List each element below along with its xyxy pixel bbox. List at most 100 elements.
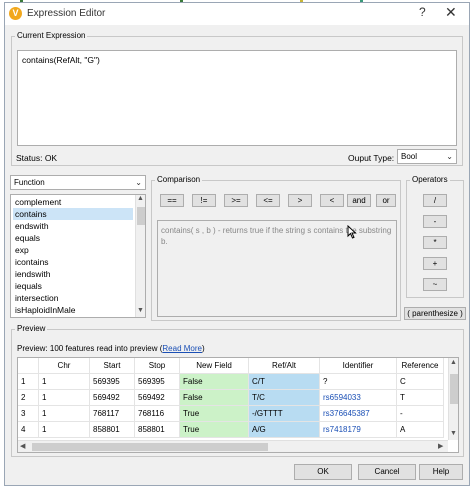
greater-button[interactable]: > xyxy=(288,194,312,207)
expression-editor-window: V Expression Editor ? ✕ Current Expressi… xyxy=(4,2,470,486)
cell-identifier-link[interactable]: rs376645387 xyxy=(319,405,397,422)
column-header-new-field[interactable]: New Field xyxy=(179,358,249,374)
equals-button[interactable]: == xyxy=(160,194,184,207)
cell-chr: 1 xyxy=(38,389,90,406)
preview-table[interactable]: Chr Start Stop New Field Ref/Alt Identif… xyxy=(17,357,459,453)
divide-button[interactable]: / xyxy=(423,194,447,207)
operators-label: Operators xyxy=(410,175,450,184)
cell-new-field: True xyxy=(179,405,249,422)
column-header-chr[interactable]: Chr xyxy=(38,358,90,374)
scroll-right-icon[interactable]: ▶ xyxy=(438,442,443,450)
function-item[interactable]: icontains xyxy=(13,256,133,268)
title-bar: V Expression Editor ? ✕ xyxy=(5,3,469,25)
cell-ref-alt: -/GTTTT xyxy=(248,405,320,422)
close-icon[interactable]: ✕ xyxy=(445,4,457,21)
cell-new-field: False xyxy=(179,373,249,390)
cell-reference: - xyxy=(396,405,444,422)
scroll-down-icon[interactable]: ▼ xyxy=(137,307,144,314)
cell-new-field: False xyxy=(179,389,249,406)
current-expression-label: Current Expression xyxy=(15,31,88,40)
help-button[interactable]: Help xyxy=(419,464,463,480)
parenthesize-button[interactable]: ( parenthesize ) xyxy=(404,307,466,320)
read-more-link[interactable]: Read More xyxy=(162,344,202,353)
table-row[interactable]: 2 1 569492 569492 False T/C rs6594033 T xyxy=(18,389,444,406)
or-button[interactable]: or xyxy=(376,194,396,207)
table-row[interactable]: 1 1 569395 569395 False C/T ? C xyxy=(18,373,444,390)
function-item[interactable]: equals xyxy=(13,232,133,244)
mouse-cursor-icon xyxy=(347,225,357,239)
help-question-icon[interactable]: ? xyxy=(419,5,426,19)
row-index: 3 xyxy=(18,405,39,422)
column-header-start[interactable]: Start xyxy=(89,358,135,374)
function-category-select[interactable]: Function ⌄ xyxy=(10,175,146,190)
cell-start: 569492 xyxy=(89,389,135,406)
multiply-button[interactable]: * xyxy=(423,236,447,249)
cell-new-field: True xyxy=(179,421,249,438)
cell-stop: 569395 xyxy=(134,373,180,390)
cell-identifier: ? xyxy=(319,373,397,390)
scroll-up-icon[interactable]: ▲ xyxy=(450,359,457,366)
cell-reference: A xyxy=(396,421,444,438)
function-item[interactable]: intersection xyxy=(13,292,133,304)
tilde-button[interactable]: ~ xyxy=(423,278,447,291)
scroll-left-icon[interactable]: ◀ xyxy=(20,442,25,450)
cell-ref-alt: T/C xyxy=(248,389,320,406)
function-item[interactable]: iendswith xyxy=(13,268,133,280)
cell-stop: 569492 xyxy=(134,389,180,406)
cell-stop: 858801 xyxy=(134,421,180,438)
plus-button[interactable]: + xyxy=(423,257,447,270)
function-list[interactable]: complement contains endswith equals exp … xyxy=(10,194,146,318)
preview-horizontal-scrollbar[interactable]: ◀ ▶ xyxy=(18,440,448,452)
scroll-up-icon[interactable]: ▲ xyxy=(137,195,144,202)
column-header-stop[interactable]: Stop xyxy=(134,358,180,374)
function-help-box: contains( s , b ) - returns true if the … xyxy=(157,220,397,317)
minus-button[interactable]: - xyxy=(423,215,447,228)
app-logo-icon: V xyxy=(9,7,22,20)
ok-button[interactable]: OK xyxy=(294,464,352,480)
cell-reference: T xyxy=(396,389,444,406)
preview-summary-text: Preview: 100 features read into preview … xyxy=(17,344,163,353)
cell-start: 858801 xyxy=(89,421,135,438)
preview-grid: Chr Start Stop New Field Ref/Alt Identif… xyxy=(18,358,444,438)
row-index: 2 xyxy=(18,389,39,406)
and-button[interactable]: and xyxy=(347,194,371,207)
horizontal-scroll-thumb[interactable] xyxy=(32,443,268,451)
preview-vertical-scrollbar[interactable]: ▲ ▼ xyxy=(448,358,458,440)
cell-stop: 768116 xyxy=(134,405,180,422)
scroll-down-icon[interactable]: ▼ xyxy=(450,430,457,437)
comparison-label: Comparison xyxy=(155,175,203,184)
output-type-select[interactable]: Bool ⌄ xyxy=(397,149,457,164)
column-header-index xyxy=(18,358,39,374)
table-row[interactable]: 4 1 858801 858801 True A/G rs7418179 A xyxy=(18,421,444,438)
function-item[interactable]: endswith xyxy=(13,220,133,232)
scroll-thumb[interactable] xyxy=(137,207,145,225)
row-index: 4 xyxy=(18,421,39,438)
less-equal-button[interactable]: <= xyxy=(256,194,280,207)
expression-textarea[interactable]: contains(RefAlt, "G") xyxy=(17,50,457,146)
cell-chr: 1 xyxy=(38,373,90,390)
cell-reference: C xyxy=(396,373,444,390)
cell-identifier-link[interactable]: rs7418179 xyxy=(319,421,397,438)
cell-chr: 1 xyxy=(38,405,90,422)
function-category-value: Function xyxy=(14,178,45,187)
less-button[interactable]: < xyxy=(320,194,344,207)
function-item-selected[interactable]: contains xyxy=(13,208,133,220)
column-header-ref-alt[interactable]: Ref/Alt xyxy=(248,358,320,374)
chevron-down-icon: ⌄ xyxy=(135,178,142,187)
column-header-reference[interactable]: Reference xyxy=(396,358,444,374)
cancel-button[interactable]: Cancel xyxy=(358,464,416,480)
column-header-identifier[interactable]: Identifier xyxy=(319,358,397,374)
greater-equal-button[interactable]: >= xyxy=(224,194,248,207)
cell-identifier-link[interactable]: rs6594033 xyxy=(319,389,397,406)
expression-text: contains(RefAlt, "G") xyxy=(22,55,100,65)
output-type-value: Bool xyxy=(401,152,418,161)
function-item[interactable]: complement xyxy=(13,196,133,208)
function-item[interactable]: iequals xyxy=(13,280,133,292)
scroll-thumb[interactable] xyxy=(450,374,458,404)
function-list-scrollbar[interactable]: ▲ ▼ xyxy=(135,195,145,317)
function-item[interactable]: isHaploidInMale xyxy=(13,304,133,316)
not-equals-button[interactable]: != xyxy=(192,194,216,207)
preview-summary-close: ) xyxy=(201,344,205,353)
table-row[interactable]: 3 1 768117 768116 True -/GTTTT rs3766453… xyxy=(18,405,444,422)
function-item[interactable]: exp xyxy=(13,244,133,256)
